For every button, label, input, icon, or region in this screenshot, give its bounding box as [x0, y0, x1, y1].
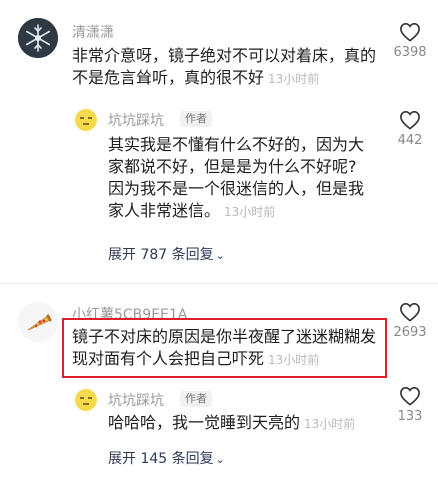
emoji-face-icon	[75, 389, 97, 411]
comment-username[interactable]: 清潇潇	[72, 22, 114, 42]
expand-replies-button[interactable]: 展开 787 条回复 ⌄	[108, 244, 225, 264]
reply-text-line: 家人非常迷信。	[108, 201, 221, 220]
reply-text-line: 哈哈哈，我一觉睡到天亮的	[108, 413, 301, 432]
reply-time: 13小时前	[304, 417, 356, 431]
like-button[interactable]: 2693	[382, 302, 438, 340]
heart-icon	[400, 302, 420, 322]
snowflake-icon	[18, 18, 58, 58]
like-count: 6398	[393, 45, 427, 60]
comment-text: 非常介意呀，镜子绝对不可以对着床，真的 不是危言耸听，真的很不好 13小时前	[72, 45, 392, 90]
like-count: 2693	[393, 325, 427, 340]
avatar-author[interactable]	[74, 108, 98, 132]
reply-like-button[interactable]: 133	[382, 386, 438, 424]
author-badge: 作者	[180, 391, 212, 407]
reply-like-button[interactable]: 442	[382, 110, 438, 148]
like-count: 442	[397, 133, 423, 148]
reply-username[interactable]: 坑坑踩坑	[108, 110, 164, 130]
expand-replies-button[interactable]: 展开 145 条回复 ⌄	[108, 448, 225, 468]
avatar-author[interactable]	[74, 388, 98, 412]
author-badge: 作者	[180, 111, 212, 127]
reply-text-line: 因为我不是一个很迷信的人，但是我	[108, 179, 365, 198]
reply-username[interactable]: 坑坑踩坑	[108, 390, 164, 410]
expand-replies-label: 展开 787 条回复	[108, 247, 214, 263]
chevron-down-icon: ⌄	[215, 249, 225, 262]
avatar-snowflake[interactable]	[18, 18, 58, 58]
pizza-icon	[18, 302, 58, 342]
reply-text-line: 其实我是不懂有什么不好的，因为大	[108, 135, 365, 154]
comment-text-line: 不是危言耸听，真的很不好	[72, 68, 265, 87]
comment-text-line: 非常介意呀，镜子绝对不可以对着床，真的	[72, 46, 377, 65]
like-count: 133	[397, 409, 423, 424]
chevron-down-icon: ⌄	[215, 453, 225, 466]
like-button[interactable]: 6398	[382, 22, 438, 60]
reply-text: 哈哈哈，我一觉睡到天亮的 13小时前	[108, 412, 388, 435]
comment-divider	[0, 283, 438, 284]
highlight-box	[62, 318, 387, 378]
comment-time: 13小时前	[268, 72, 320, 86]
expand-replies-label: 展开 145 条回复	[108, 451, 214, 467]
heart-icon	[400, 22, 420, 42]
reply-text-line: 家都说不好，但是是为什么不好呢?	[108, 157, 357, 176]
emoji-face-icon	[75, 109, 97, 131]
reply-time: 13小时前	[224, 205, 276, 219]
avatar-pizza[interactable]	[18, 302, 58, 342]
heart-icon	[400, 110, 420, 130]
reply-text: 其实我是不懂有什么不好的，因为大 家都说不好，但是是为什么不好呢? 因为我不是一…	[108, 134, 388, 223]
heart-icon	[400, 386, 420, 406]
